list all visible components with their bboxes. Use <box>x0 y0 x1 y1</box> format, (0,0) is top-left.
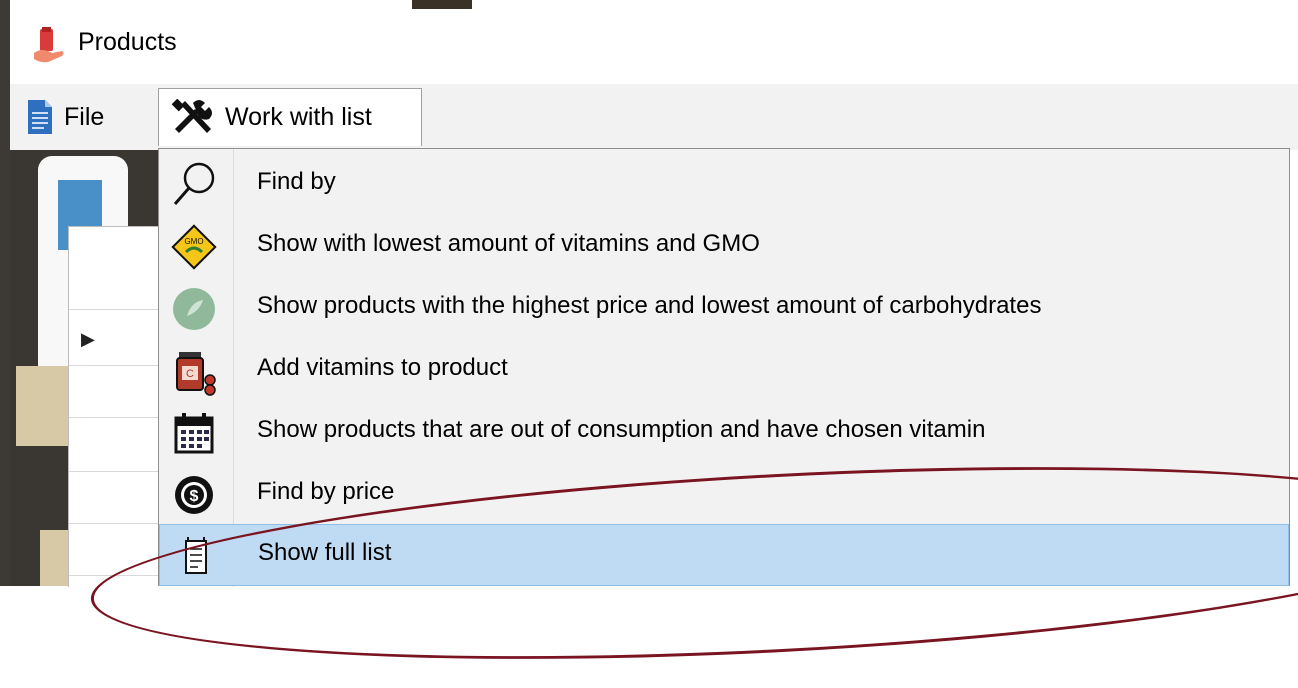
svg-text:C: C <box>186 368 194 380</box>
calendar-icon <box>174 413 214 454</box>
menu-item-lowest-vitamins-gmo[interactable]: GMO Show with lowest amount of vitamins … <box>159 216 1289 278</box>
dollar-coin-icon: $ <box>175 476 213 514</box>
menu-work-label: Work with list <box>225 103 372 131</box>
menu-item-label: Show products with the highest price and… <box>257 292 1042 319</box>
work-with-list-dropdown: Find by GMO Show with lowest amount of v… <box>158 148 1290 587</box>
svg-text:$: $ <box>190 488 199 505</box>
menu-item-label: Find by price <box>257 478 395 505</box>
menu-item-label: Show with lowest amount of vitamins and … <box>257 230 760 257</box>
menu-item-show-full-list[interactable]: Show full list <box>159 524 1289 586</box>
menu-file[interactable]: File <box>28 92 104 142</box>
menu-item-label: Show products that are out of consumptio… <box>257 416 986 443</box>
notepad-icon <box>185 537 207 574</box>
window-title: Products <box>78 28 177 56</box>
menu-item-add-vitamins[interactable]: C Add vitamins to product <box>159 340 1289 402</box>
menubar: File Work with list <box>10 84 1298 150</box>
menu-item-label: Show full list <box>258 539 392 566</box>
menu-item-out-of-consumption[interactable]: Show products that are out of consumptio… <box>159 402 1289 464</box>
menu-item-label: Find by <box>257 168 336 195</box>
vitamin-jar-icon: C <box>176 352 216 396</box>
menu-item-label: Add vitamins to product <box>257 354 508 381</box>
background-window-edge-left <box>0 0 10 586</box>
tools-icon <box>171 98 212 133</box>
menu-item-find-by-price[interactable]: $ Find by price <box>159 464 1289 526</box>
menu-file-label: File <box>64 102 105 131</box>
data-grid[interactable]: ▶ <box>68 226 161 587</box>
green-leaf-circle-icon <box>173 288 215 330</box>
menu-item-highest-price-lowest-carbs[interactable]: Show products with the highest price and… <box>159 278 1289 340</box>
document-icon <box>28 100 52 134</box>
gmo-warning-sign-icon: GMO <box>171 224 217 270</box>
svg-text:GMO: GMO <box>184 237 203 246</box>
background-window-edge <box>0 0 1298 9</box>
magnifier-icon <box>173 162 215 205</box>
row-selector-arrow-icon: ▶ <box>81 329 95 349</box>
menu-work-with-list[interactable]: Work with list <box>158 88 422 146</box>
menu-item-find-by[interactable]: Find by <box>159 154 1289 216</box>
title-bar: Products <box>10 9 1298 84</box>
app-hand-product-icon <box>34 27 64 63</box>
